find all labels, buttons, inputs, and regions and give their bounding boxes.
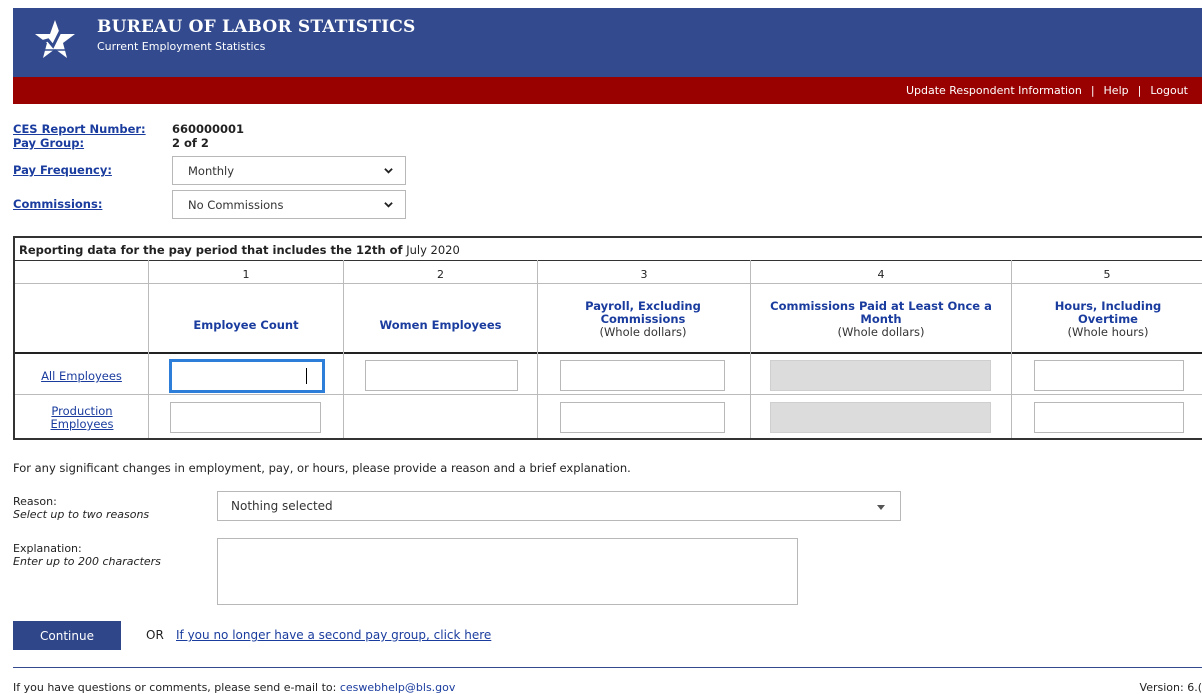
footer-contact-text: If you have questions or comments, pleas… bbox=[13, 681, 337, 694]
reason-label-group: Reason: Select up to two reasons bbox=[13, 495, 149, 521]
chevron-down-icon bbox=[384, 168, 393, 174]
production-employees-count-input[interactable] bbox=[170, 402, 321, 433]
continue-button[interactable]: Continue bbox=[13, 621, 121, 650]
bls-star-logo-icon bbox=[35, 20, 75, 58]
caret-down-icon bbox=[877, 505, 885, 510]
pay-frequency-label[interactable]: Pay Frequency: bbox=[13, 163, 112, 177]
explanation-intro: For any significant changes in employmen… bbox=[13, 461, 631, 475]
column-number: 2 bbox=[437, 268, 444, 281]
column-header-employee-count: Employee Count bbox=[149, 319, 343, 332]
column-header-payroll: Payroll, Excluding Commissions (Whole do… bbox=[563, 300, 723, 339]
program-subtitle: Current Employment Statistics bbox=[97, 40, 266, 53]
women-employees-link[interactable]: Women Employees bbox=[379, 318, 501, 332]
column-header-women-employees: Women Employees bbox=[344, 319, 537, 332]
top-nav: Update Respondent Information | Help | Logou… bbox=[906, 84, 1188, 97]
column-unit: (Whole hours) bbox=[1067, 325, 1149, 339]
reason-label: Reason: bbox=[13, 495, 57, 508]
column-unit: (Whole dollars) bbox=[837, 325, 925, 339]
chevron-down-icon bbox=[384, 202, 393, 208]
help-email-link[interactable]: ceswebhelp@bls.gov bbox=[340, 681, 456, 694]
or-text: OR bbox=[146, 628, 164, 642]
ces-report-number-label[interactable]: CES Report Number: bbox=[13, 122, 146, 136]
employee-count-link[interactable]: Employee Count bbox=[193, 318, 298, 332]
production-employees-commissions-input bbox=[770, 402, 991, 433]
hours-including-overtime-link[interactable]: Hours, Including Overtime bbox=[1055, 299, 1162, 326]
column-number: 5 bbox=[1103, 268, 1111, 281]
explanation-textarea[interactable] bbox=[217, 538, 798, 605]
reporting-table: Reporting data for the pay period that i… bbox=[13, 236, 1202, 440]
reason-select[interactable]: Nothing selected bbox=[217, 491, 901, 521]
explanation-label-group: Explanation: Enter up to 200 characters bbox=[13, 542, 161, 568]
logout-link[interactable]: Logout bbox=[1150, 84, 1188, 97]
no-second-pay-group-link[interactable]: If you no longer have a second pay group… bbox=[176, 628, 491, 642]
column-header-hours: Hours, Including Overtime (Whole hours) bbox=[1047, 300, 1169, 339]
all-employees-count-input[interactable] bbox=[169, 359, 325, 393]
reporting-period: July 2020 bbox=[406, 243, 460, 257]
text-cursor bbox=[306, 368, 307, 384]
payroll-excluding-commissions-link[interactable]: Payroll, Excluding Commissions bbox=[585, 299, 701, 326]
pay-frequency-value: Monthly bbox=[188, 164, 235, 178]
row-label-production-employees[interactable]: Production Employees bbox=[37, 405, 127, 431]
column-number: 4 bbox=[877, 268, 885, 281]
all-employees-women-input[interactable] bbox=[365, 360, 518, 391]
column-header-commissions: Commissions Paid at Least Once a Month (… bbox=[759, 300, 1003, 339]
all-employees-hours-input[interactable] bbox=[1034, 360, 1184, 391]
pay-group-label[interactable]: Pay Group: bbox=[13, 136, 84, 150]
ces-report-number-value: 660000001 bbox=[172, 122, 245, 136]
explanation-label: Explanation: bbox=[13, 542, 82, 555]
pay-frequency-select[interactable]: Monthly bbox=[172, 156, 406, 185]
version-text: Version: 6.( bbox=[1139, 681, 1202, 694]
commissions-paid-link[interactable]: Commissions Paid at Least Once a Month bbox=[770, 299, 992, 326]
all-employees-payroll-input[interactable] bbox=[560, 360, 725, 391]
pay-group-value: 2 of 2 bbox=[172, 136, 209, 150]
footer-rule bbox=[13, 667, 1202, 668]
production-employees-hours-input[interactable] bbox=[1034, 402, 1184, 433]
explanation-hint: Enter up to 200 characters bbox=[13, 555, 161, 568]
table-caption-text: Reporting data for the pay period that i… bbox=[19, 243, 403, 257]
help-link[interactable]: Help bbox=[1104, 84, 1129, 97]
nav-separator: | bbox=[1137, 84, 1142, 97]
reason-hint: Select up to two reasons bbox=[13, 508, 150, 521]
reason-select-value: Nothing selected bbox=[231, 499, 333, 513]
update-respondent-link[interactable]: Update Respondent Information bbox=[906, 84, 1082, 97]
commissions-label[interactable]: Commissions: bbox=[13, 197, 102, 211]
row-label-all-employees[interactable]: All Employees bbox=[15, 370, 148, 383]
footer-contact: If you have questions or comments, pleas… bbox=[13, 681, 455, 694]
commissions-value: No Commissions bbox=[188, 198, 284, 212]
agency-title: BUREAU OF LABOR STATISTICS bbox=[97, 17, 416, 37]
nav-separator: | bbox=[1090, 84, 1095, 97]
all-employees-commissions-input bbox=[770, 360, 991, 391]
commissions-select[interactable]: No Commissions bbox=[172, 190, 406, 219]
column-number: 3 bbox=[640, 268, 648, 281]
column-unit: (Whole dollars) bbox=[599, 325, 687, 339]
production-employees-payroll-input[interactable] bbox=[560, 402, 725, 433]
table-caption: Reporting data for the pay period that i… bbox=[19, 243, 460, 257]
column-number: 1 bbox=[242, 268, 250, 281]
